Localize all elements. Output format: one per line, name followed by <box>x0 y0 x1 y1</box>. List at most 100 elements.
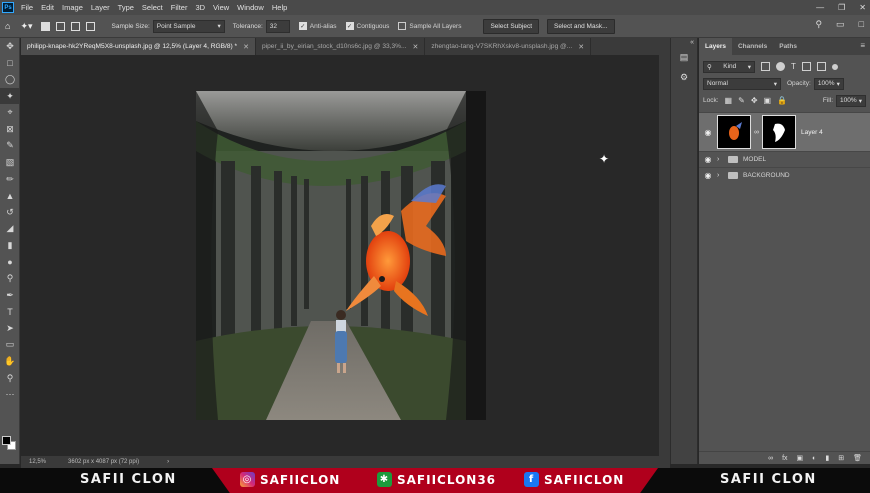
history-panel-icon[interactable]: ▤ <box>671 47 697 67</box>
gradient-tool-icon[interactable]: ▮ <box>0 237 20 254</box>
collapse-arrows-icon[interactable]: « <box>671 38 697 47</box>
crop-tool-icon[interactable]: ⌖ <box>0 104 20 121</box>
blend-mode-select[interactable]: Normal ▾ <box>703 77 781 90</box>
layer-row-model[interactable]: ◉ › MODEL <box>699 151 870 167</box>
link-layers-icon[interactable]: ∞ <box>768 455 773 462</box>
rectangle-tool-icon[interactable]: ▭ <box>0 337 20 354</box>
restore-icon[interactable]: ❐ <box>838 3 845 12</box>
dodge-tool-icon[interactable]: ⚲ <box>0 270 20 287</box>
magic-wand-tool-icon[interactable]: ✦ <box>0 87 20 105</box>
brush-tool-icon[interactable]: ✏ <box>0 171 20 188</box>
select-and-mask-button[interactable]: Select and Mask... <box>547 18 615 34</box>
subtract-selection-icon[interactable] <box>70 21 80 31</box>
visibility-eye-icon[interactable]: ◉ <box>699 155 717 164</box>
type-tool-icon[interactable]: T <box>0 304 20 321</box>
panel-menu-icon[interactable]: ≡ <box>860 41 865 50</box>
new-selection-icon[interactable] <box>40 21 50 31</box>
new-group-icon[interactable]: ▮ <box>825 454 829 462</box>
minimize-icon[interactable]: — <box>816 3 824 12</box>
search-icon[interactable]: ⚲ <box>815 19 822 30</box>
tab-document-2[interactable]: piper_ii_by_eirian_stock_d10ns6c.jpg @ 3… <box>256 38 426 55</box>
share-icon[interactable]: □ <box>859 19 864 30</box>
move-tool-icon[interactable]: ✥ <box>0 38 20 55</box>
sample-size-select[interactable]: Point Sample ▾ <box>152 19 225 33</box>
blur-tool-icon[interactable]: ● <box>0 254 20 271</box>
tab-document-1[interactable]: philipp-knape-hk2YReqM5X8-unsplash.jpg @… <box>21 38 256 55</box>
contiguous-checkbox[interactable]: ✓ Contiguous <box>345 22 389 30</box>
healing-brush-tool-icon[interactable]: ▧ <box>0 154 20 171</box>
magic-wand-icon[interactable]: ✦▾ <box>20 21 32 32</box>
hand-tool-icon[interactable]: ✋ <box>0 353 20 370</box>
filter-toggle-icon[interactable] <box>831 63 838 70</box>
tab-layers[interactable]: Layers <box>699 38 732 55</box>
chevron-right-icon[interactable]: › <box>717 172 725 179</box>
eraser-tool-icon[interactable]: ◢ <box>0 221 20 238</box>
eyedropper-tool-icon[interactable]: ✎ <box>0 138 20 155</box>
layer-row-layer-4[interactable]: ◉ ∞ Layer 4 <box>699 112 870 151</box>
filter-kind-select[interactable]: ⚲ Kind ▾ <box>703 60 755 73</box>
menu-edit[interactable]: Edit <box>37 3 58 12</box>
close-icon[interactable]: ✕ <box>859 3 866 12</box>
fill-input[interactable]: 100% ▾ <box>836 94 866 107</box>
lock-image-icon[interactable]: ✎ <box>738 96 745 105</box>
adjustment-layer-icon[interactable]: ◐ <box>812 455 816 462</box>
menu-file[interactable]: File <box>17 3 37 12</box>
home-icon[interactable]: ⌂ <box>5 21 10 31</box>
layer-mask-thumbnail[interactable] <box>762 115 796 149</box>
lock-transparent-icon[interactable]: ▦ <box>725 96 733 105</box>
zoom-tool-icon[interactable]: ⚲ <box>0 370 20 387</box>
sample-all-layers-checkbox[interactable]: Sample All Layers <box>398 22 461 30</box>
pen-tool-icon[interactable]: ✒ <box>0 287 20 304</box>
menu-window[interactable]: Window <box>233 3 268 12</box>
menu-help[interactable]: Help <box>268 3 291 12</box>
vertical-scrollbar[interactable] <box>659 55 670 456</box>
path-selection-tool-icon[interactable]: ➤ <box>0 320 20 337</box>
lock-all-icon[interactable]: 🔒 <box>777 96 787 105</box>
tab-channels[interactable]: Channels <box>732 38 773 55</box>
tab-document-3[interactable]: zhengtao-tang-V7SKRhXskv8-unsplash.jpg @… <box>425 38 592 55</box>
intersect-selection-icon[interactable] <box>85 21 95 31</box>
lasso-tool-icon[interactable]: ◯ <box>0 71 20 88</box>
menu-select[interactable]: Select <box>138 3 167 12</box>
layer-row-background[interactable]: ◉ › BACKGROUND <box>699 167 870 183</box>
menu-type[interactable]: Type <box>114 3 138 12</box>
new-layer-icon[interactable]: ⊞ <box>838 454 844 462</box>
foreground-color-swatch[interactable] <box>2 436 11 445</box>
select-subject-button[interactable]: Select Subject <box>483 18 540 34</box>
marquee-tool-icon[interactable]: □ <box>0 55 20 72</box>
add-mask-icon[interactable]: ▣ <box>797 454 804 462</box>
menu-layer[interactable]: Layer <box>87 3 114 12</box>
properties-panel-icon[interactable]: ⚙ <box>671 67 697 87</box>
menu-view[interactable]: View <box>209 3 233 12</box>
lock-position-icon[interactable]: ✥ <box>751 96 758 105</box>
clone-stamp-tool-icon[interactable]: ▲ <box>0 187 20 204</box>
chevron-right-icon[interactable]: › <box>167 459 169 465</box>
adjustment-filter-icon[interactable] <box>776 62 785 71</box>
opacity-input[interactable]: 100% ▾ <box>813 77 844 90</box>
delete-layer-icon[interactable]: 🗑 <box>853 454 862 462</box>
smart-object-filter-icon[interactable] <box>816 62 826 71</box>
canvas-area[interactable]: ✦ <box>21 55 659 456</box>
close-icon[interactable]: ✕ <box>413 43 419 51</box>
tab-paths[interactable]: Paths <box>773 38 803 55</box>
add-selection-icon[interactable] <box>55 21 65 31</box>
workspace-icon[interactable]: ▭ <box>836 19 845 30</box>
menu-filter[interactable]: Filter <box>167 3 192 12</box>
tolerance-input[interactable]: 32 <box>265 19 290 33</box>
type-filter-icon[interactable]: T <box>791 62 796 71</box>
visibility-eye-icon[interactable]: ◉ <box>699 128 717 137</box>
history-brush-tool-icon[interactable]: ↺ <box>0 204 20 221</box>
link-icon[interactable]: ∞ <box>754 129 759 136</box>
close-icon[interactable]: ✕ <box>578 43 584 51</box>
anti-alias-checkbox[interactable]: ✓ Anti-alias <box>298 22 337 30</box>
more-tools-icon[interactable]: ⋯ <box>0 386 20 403</box>
visibility-eye-icon[interactable]: ◉ <box>699 171 717 180</box>
menu-image[interactable]: Image <box>58 3 87 12</box>
document-image[interactable] <box>196 91 486 420</box>
chevron-right-icon[interactable]: › <box>717 156 725 163</box>
close-icon[interactable]: ✕ <box>243 43 249 51</box>
shape-filter-icon[interactable] <box>801 62 811 71</box>
pixel-filter-icon[interactable] <box>761 62 770 71</box>
layer-style-icon[interactable]: fx <box>782 455 787 462</box>
layer-thumbnail[interactable] <box>717 115 751 149</box>
